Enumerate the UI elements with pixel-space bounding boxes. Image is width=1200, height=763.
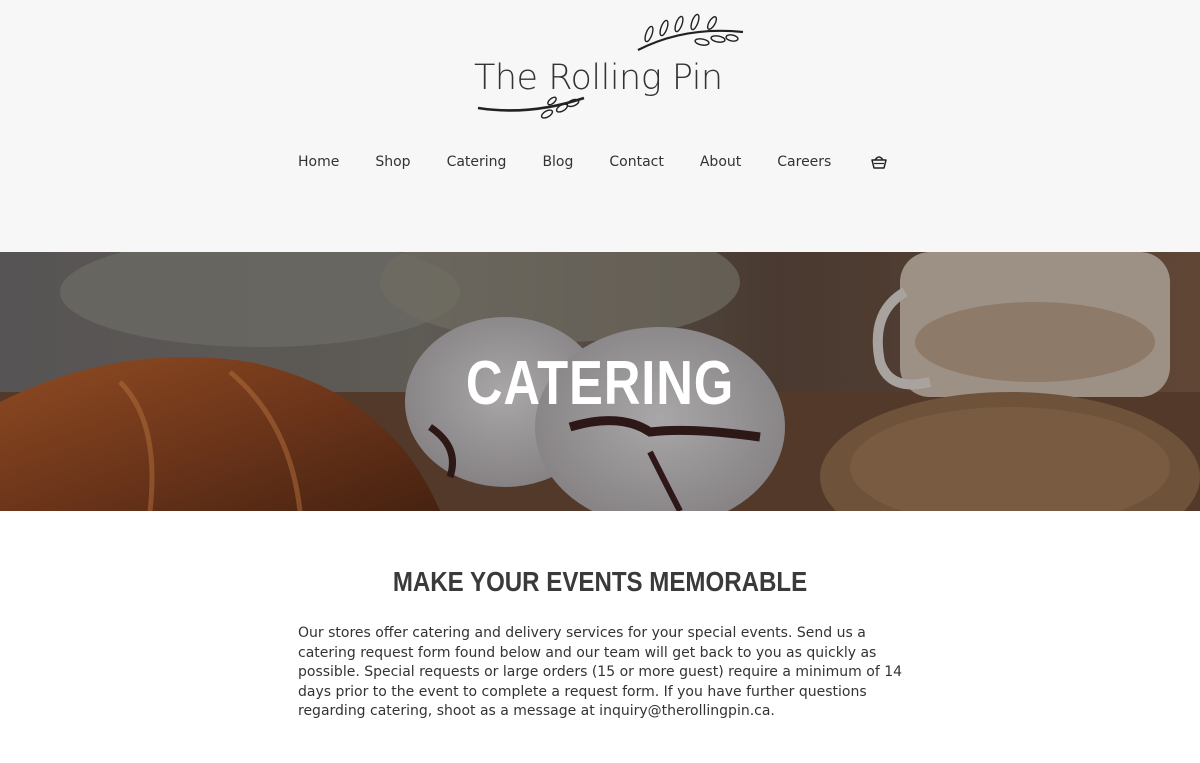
nav-home[interactable]: Home	[298, 154, 339, 170]
nav-about[interactable]: About	[700, 154, 741, 170]
logo-wordmark: The Rolling Pin	[474, 58, 723, 98]
site-header: The Rolling Pin Home Shop Catering Blog …	[0, 0, 1200, 252]
nav-shop[interactable]: Shop	[375, 154, 410, 170]
basket-icon[interactable]	[871, 153, 889, 171]
catering-description: Our stores offer catering and delivery s…	[298, 625, 903, 720]
nav-contact[interactable]: Contact	[609, 154, 663, 170]
main-nav: Home Shop Catering Blog Contact About Ca…	[298, 150, 889, 174]
nav-blog[interactable]: Blog	[542, 154, 573, 170]
nav-catering[interactable]: Catering	[447, 154, 507, 170]
hero-title: CATERING	[465, 349, 735, 418]
section-heading: MAKE YOUR EVENTS MEMORABLE	[392, 566, 808, 597]
hero-banner: CATERING	[0, 252, 1200, 511]
site-logo[interactable]: The Rolling Pin	[470, 12, 755, 124]
nav-careers[interactable]: Careers	[777, 154, 831, 170]
